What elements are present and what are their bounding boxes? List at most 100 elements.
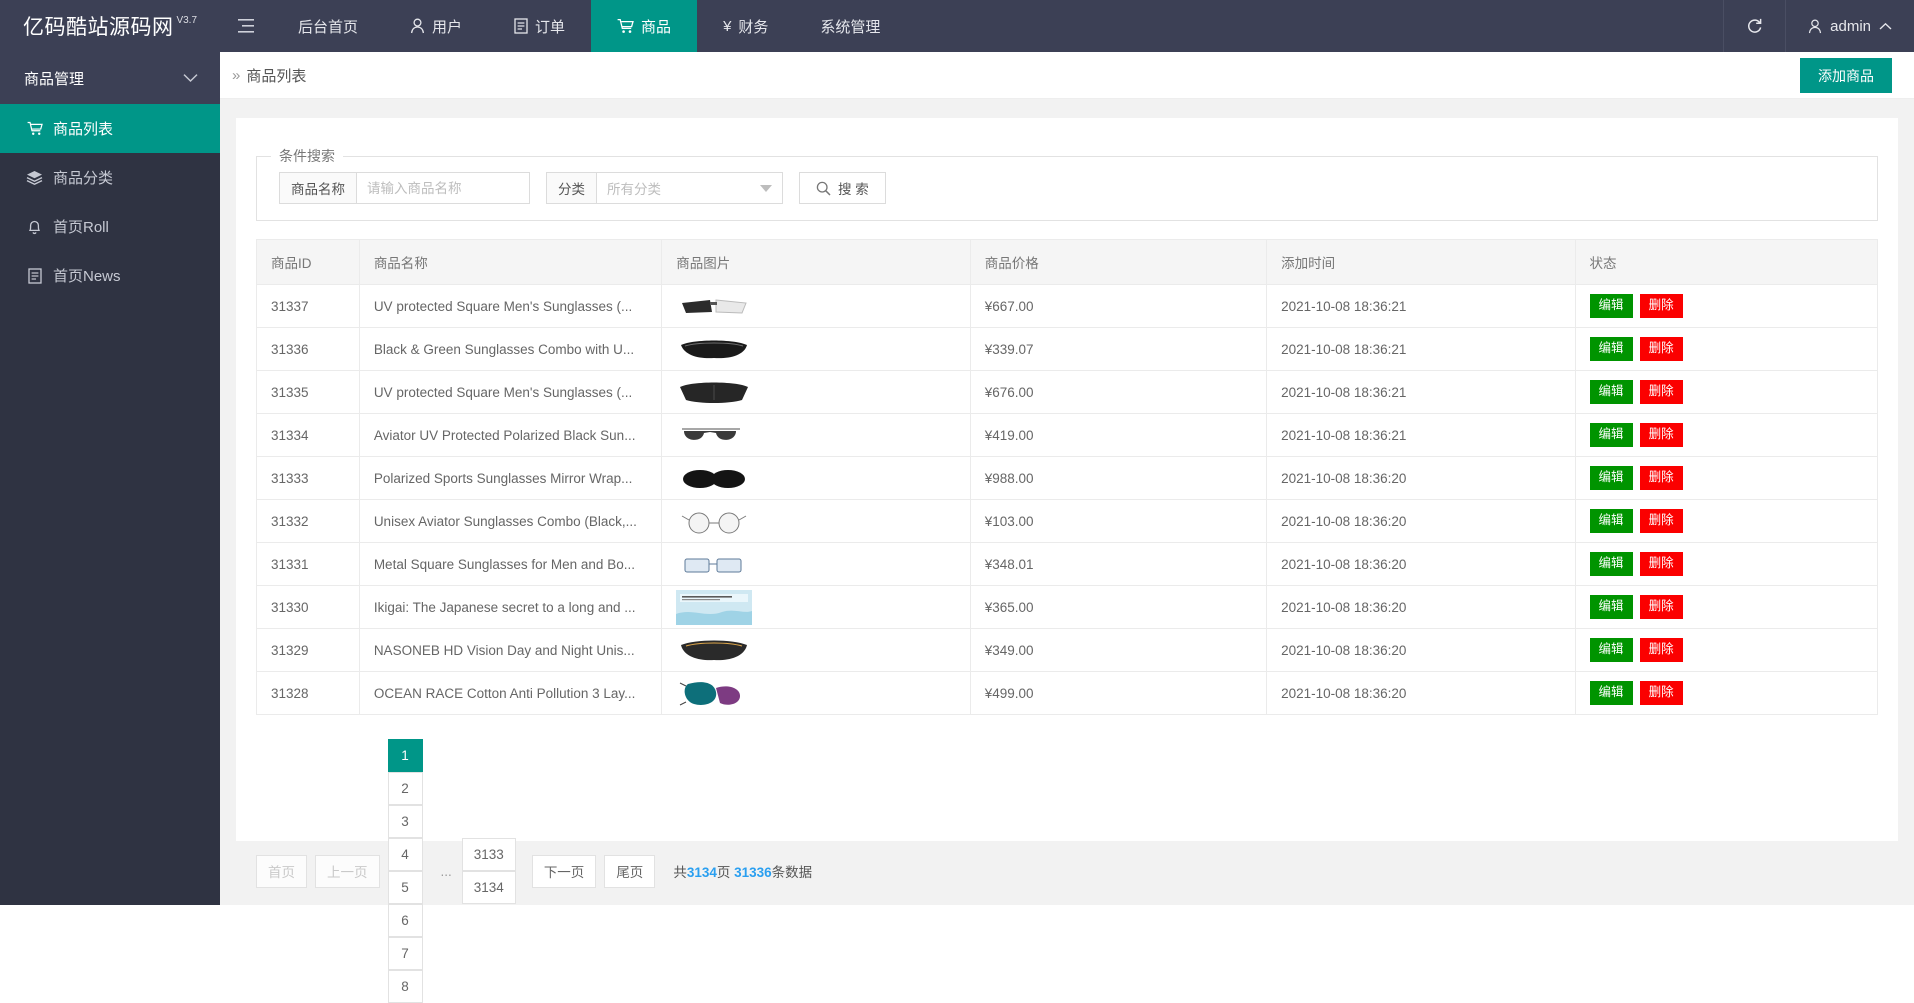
user-icon	[1809, 19, 1822, 33]
pagination-number-group: 12345678	[387, 739, 431, 1003]
nav-item-label: 用户	[432, 18, 463, 36]
search-panel: 条件搜索 商品名称 分类 所有分类	[256, 146, 1878, 221]
cell-product-name: UV protected Square Men's Sunglasses (..…	[358, 284, 663, 328]
cell-product-image	[661, 413, 971, 457]
user-menu-button[interactable]: admin	[1785, 0, 1914, 52]
pagination-page-5[interactable]: 5	[387, 871, 423, 904]
delete-button[interactable]: 删除	[1639, 509, 1683, 533]
pagination-ellipsis: ...	[440, 863, 452, 879]
product-thumbnail	[676, 547, 955, 582]
category-select[interactable]: 所有分类	[597, 173, 782, 203]
search-button[interactable]: 搜 索	[799, 172, 886, 204]
edit-button[interactable]: 编辑	[1589, 337, 1633, 361]
pagination-page-7[interactable]: 7	[387, 937, 423, 970]
pagination-page-3133[interactable]: 3133	[461, 838, 516, 871]
pagination-page-3134[interactable]: 3134	[461, 871, 516, 904]
product-thumbnail	[676, 289, 955, 324]
breadcrumb: » 商品列表 添加商品	[220, 52, 1914, 99]
sidebar-group-product-management[interactable]: 商品管理	[0, 52, 220, 104]
table-row: 31333 Polarized Sports Sunglasses Mirror …	[256, 456, 1879, 500]
table-row: 31337 UV protected Square Men's Sunglasse…	[256, 284, 1879, 328]
cell-add-time: 2021-10-08 18:36:21	[1266, 327, 1576, 371]
file-icon	[514, 18, 528, 34]
pagination-last[interactable]: 尾页	[604, 854, 656, 888]
delete-button[interactable]: 删除	[1639, 681, 1683, 705]
cell-product-price: ¥365.00	[969, 585, 1268, 629]
sidebar-toggle-button[interactable]	[220, 0, 272, 52]
edit-button[interactable]: 编辑	[1589, 294, 1633, 318]
cell-product-price: ¥667.00	[969, 284, 1268, 328]
edit-button[interactable]: 编辑	[1589, 509, 1633, 533]
edit-button[interactable]: 编辑	[1589, 552, 1633, 576]
main-content-area: » 商品列表 添加商品 条件搜索 商品名称 分类 所有分类	[220, 52, 1914, 1003]
edit-button[interactable]: 编辑	[1589, 681, 1633, 705]
brand-name: 亿码酷站源码网	[22, 16, 174, 39]
delete-button[interactable]: 删除	[1639, 595, 1683, 619]
product-table-body: 31337 UV protected Square Men's Sunglasse…	[256, 284, 1879, 715]
delete-button[interactable]: 删除	[1639, 294, 1683, 318]
product-thumbnail	[676, 332, 955, 367]
pagination-next[interactable]: 下一页	[531, 854, 597, 888]
nav-item-system[interactable]: 系统管理	[794, 0, 906, 52]
summary-total-records: 31336	[734, 865, 772, 880]
chevron-down-icon	[183, 74, 198, 83]
edit-button[interactable]: 编辑	[1589, 595, 1633, 619]
refresh-button[interactable]	[1723, 0, 1785, 52]
pagination-page-6[interactable]: 6	[387, 904, 423, 937]
delete-button[interactable]: 删除	[1639, 552, 1683, 576]
pagination-page-3[interactable]: 3	[387, 805, 423, 838]
add-product-button[interactable]: 添加商品	[1800, 58, 1892, 93]
category-field-group: 分类 所有分类	[546, 172, 783, 204]
chevron-down-icon	[760, 184, 772, 192]
search-icon	[816, 181, 831, 196]
bell-icon	[26, 219, 43, 235]
pagination-first[interactable]: 首页	[256, 854, 307, 888]
brand-logo[interactable]: 亿码酷站源码网 V3.7	[0, 0, 220, 52]
yen-icon: ¥	[723, 17, 732, 35]
sidebar-item-label: 商品列表	[53, 121, 114, 138]
pagination-page-4[interactable]: 4	[387, 838, 423, 871]
sidebar-item-home-news[interactable]: 首页News	[0, 251, 220, 300]
sidebar-item-home-roll[interactable]: 首页Roll	[0, 202, 220, 251]
pagination-page-1[interactable]: 1	[387, 739, 423, 772]
cell-product-price: ¥419.00	[969, 413, 1268, 457]
nav-item-orders[interactable]: 订单	[488, 0, 591, 52]
nav-item-dashboard[interactable]: 后台首页	[272, 0, 384, 52]
sidebar-item-product-category[interactable]: 商品分类	[0, 153, 220, 202]
nav-item-users[interactable]: 用户	[384, 0, 488, 52]
delete-button[interactable]: 删除	[1639, 466, 1683, 490]
delete-button[interactable]: 删除	[1639, 423, 1683, 447]
cell-product-price: ¥349.00	[969, 628, 1268, 672]
cart-icon	[617, 18, 634, 33]
nav-item-products[interactable]: 商品	[591, 0, 698, 52]
pagination-page-2[interactable]: 2	[387, 772, 423, 805]
cell-product-name: Unisex Aviator Sunglasses Combo (Black,.…	[358, 499, 663, 543]
cell-actions: 编辑 删除	[1574, 370, 1879, 414]
sidebar-item-product-list[interactable]: 商品列表	[0, 104, 220, 153]
cell-product-image	[661, 284, 971, 328]
delete-button[interactable]: 删除	[1639, 638, 1683, 662]
page-title: 商品列表	[246, 67, 307, 85]
pagination: 首页 上一页 12345678 ... 3133 3134 下一页 尾页 共313…	[256, 739, 1898, 1003]
product-thumbnail	[676, 418, 955, 453]
cell-product-id: 31331	[256, 542, 360, 586]
edit-button[interactable]: 编辑	[1589, 380, 1633, 404]
edit-button[interactable]: 编辑	[1589, 423, 1633, 447]
user-icon	[410, 18, 425, 34]
delete-button[interactable]: 删除	[1639, 337, 1683, 361]
edit-button[interactable]: 编辑	[1589, 638, 1633, 662]
cell-actions: 编辑 删除	[1574, 542, 1879, 586]
pagination-prev[interactable]: 上一页	[315, 854, 380, 888]
nav-item-finance[interactable]: ¥ 财务	[697, 0, 794, 52]
sidebar: 商品管理 商品列表 商品分类 首页Roll 首页News	[0, 52, 220, 905]
cell-product-name: Polarized Sports Sunglasses Mirror Wrap.…	[358, 456, 663, 500]
cell-product-image	[661, 499, 971, 543]
cell-product-id: 31328	[256, 671, 360, 715]
product-name-input[interactable]	[357, 173, 529, 203]
edit-button[interactable]: 编辑	[1589, 466, 1633, 490]
delete-button[interactable]: 删除	[1639, 380, 1683, 404]
cell-add-time: 2021-10-08 18:36:21	[1266, 284, 1576, 328]
pagination-page-8[interactable]: 8	[387, 970, 423, 1003]
layers-icon	[26, 170, 43, 185]
